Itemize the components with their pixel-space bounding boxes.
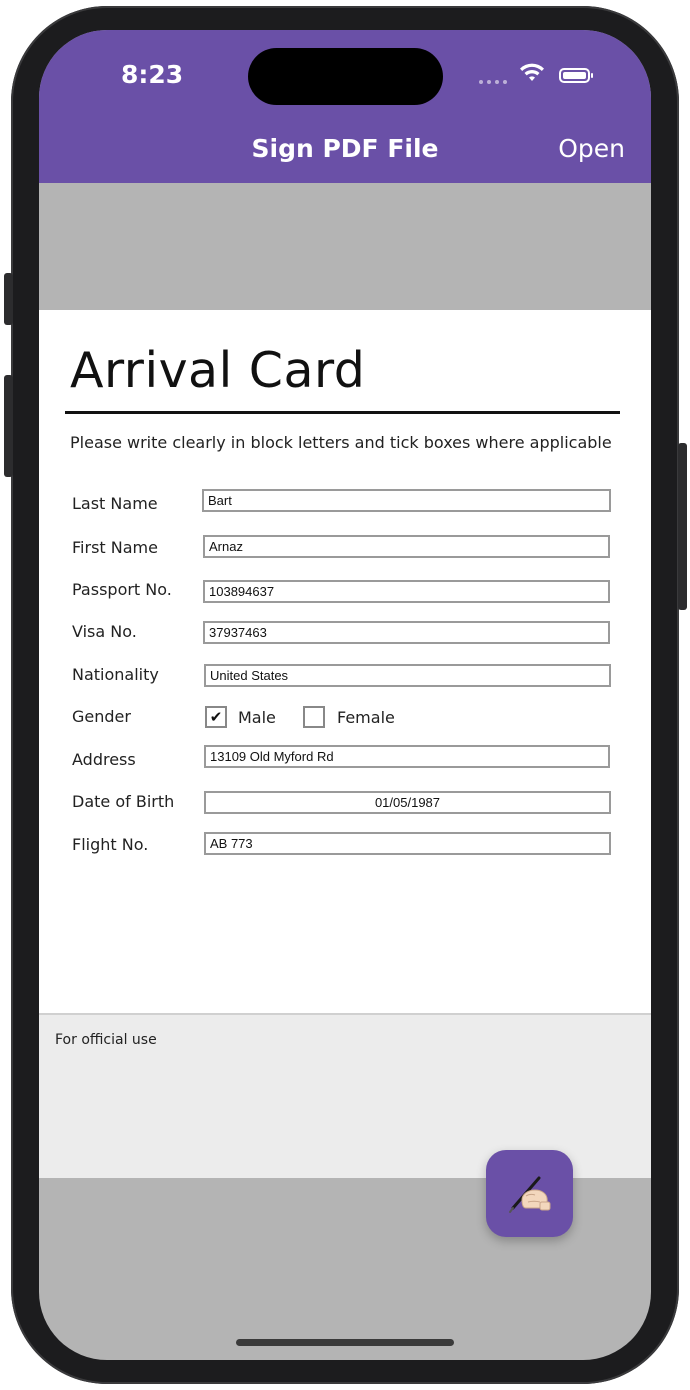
address-field[interactable]: 13109 Old Myford Rd	[204, 745, 610, 768]
female-label: Female	[337, 708, 395, 727]
first-name-field[interactable]: Arnaz	[203, 535, 610, 558]
date-of-birth-field[interactable]: 01/05/1987	[204, 791, 611, 814]
volume-button	[4, 375, 13, 477]
open-button[interactable]: Open	[558, 134, 625, 163]
official-use-label: For official use	[55, 1032, 157, 1048]
address-label: Address	[72, 750, 136, 769]
address-value: 13109 Old Myford Rd	[210, 749, 334, 764]
last-name-value: Bart	[208, 493, 232, 508]
passport-no-label: Passport No.	[72, 580, 172, 599]
visa-no-field[interactable]: 37937463	[203, 621, 610, 644]
flight-no-field[interactable]: AB 773	[204, 832, 611, 855]
gender-label: Gender	[72, 707, 131, 726]
instructions-text: Please write clearly in block letters an…	[70, 433, 612, 452]
sign-button[interactable]	[486, 1150, 573, 1237]
home-indicator[interactable]	[236, 1339, 454, 1346]
power-button	[678, 443, 687, 610]
nationality-value: United States	[210, 668, 289, 683]
visa-no-label: Visa No.	[72, 622, 137, 641]
battery-icon	[559, 68, 593, 83]
silent-switch	[4, 273, 13, 325]
male-label: Male	[238, 708, 276, 727]
app-header: 8:23 Sign PDF File Open	[39, 30, 651, 183]
dynamic-island	[248, 48, 443, 105]
nationality-field[interactable]: United States	[204, 664, 611, 687]
nationality-label: Nationality	[72, 665, 159, 684]
writing-hand-icon	[509, 1176, 551, 1213]
flight-no-label: Flight No.	[72, 835, 149, 854]
male-checkbox[interactable]: ✔	[205, 706, 227, 728]
first-name-value: Arnaz	[209, 539, 243, 554]
flight-no-value: AB 773	[210, 836, 253, 851]
title-divider	[65, 411, 620, 414]
female-checkbox[interactable]	[303, 706, 325, 728]
visa-no-value: 37937463	[209, 625, 267, 640]
passport-no-value: 103894637	[209, 584, 275, 599]
last-name-label: Last Name	[72, 494, 158, 513]
passport-no-field[interactable]: 103894637	[203, 580, 610, 603]
wifi-icon	[520, 63, 544, 81]
document-title: Arrival Card	[70, 342, 366, 399]
first-name-label: First Name	[72, 538, 158, 557]
last-name-field[interactable]: Bart	[202, 489, 611, 512]
date-of-birth-label: Date of Birth	[72, 792, 175, 811]
date-of-birth-value: 01/05/1987	[374, 795, 441, 810]
signal-dots-icon	[479, 80, 507, 84]
status-time: 8:23	[121, 60, 184, 89]
